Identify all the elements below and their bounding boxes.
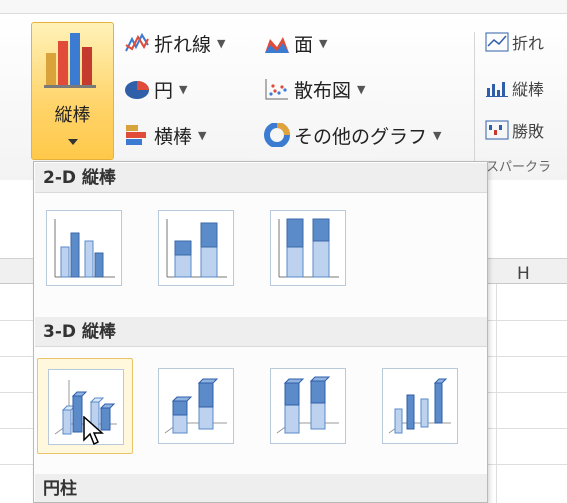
scatter-chart-label: 散布図 bbox=[294, 79, 352, 102]
bar-chart-label: 横棒 bbox=[154, 125, 193, 148]
bar-chart-icon bbox=[126, 125, 146, 145]
chart-type-gallery: 2-D 縦棒 3-D 縦棒 円柱 bbox=[33, 161, 488, 503]
stacked-column-2d-icon bbox=[166, 219, 227, 278]
stacked-column-3d-button[interactable] bbox=[148, 358, 244, 454]
chevron-down-icon: ▼ bbox=[319, 36, 328, 50]
other-charts-label: その他のグラフ bbox=[294, 125, 428, 148]
area-chart-icon bbox=[265, 37, 289, 53]
line-chart-button[interactable]: 折れ線 ▼ bbox=[124, 28, 225, 58]
100-stacked-column-3d-icon bbox=[276, 376, 339, 434]
bar-chart-button[interactable]: 横棒 ▼ bbox=[124, 120, 206, 150]
pie-chart-icon bbox=[125, 81, 149, 99]
100-stacked-column-2d-icon bbox=[278, 218, 339, 278]
chevron-down-icon: ▼ bbox=[217, 36, 226, 50]
100-stacked-column-2d-button[interactable] bbox=[260, 200, 356, 296]
area-chart-label: 面 bbox=[294, 33, 314, 56]
pie-chart-label: 円 bbox=[154, 79, 174, 102]
mouse-pointer-icon bbox=[83, 416, 104, 446]
column-chart-button[interactable]: 縦棒 bbox=[31, 22, 114, 160]
gridline bbox=[496, 284, 497, 503]
chevron-down-icon bbox=[68, 139, 78, 145]
stacked-column-2d-button[interactable] bbox=[148, 200, 244, 296]
scatter-chart-button[interactable]: 散布図 ▼ bbox=[264, 74, 365, 104]
clustered-column-2d-icon bbox=[54, 219, 115, 278]
sparkline-column-button[interactable]: 縦棒 bbox=[485, 76, 544, 100]
section-cylinder: 円柱 bbox=[35, 474, 487, 502]
chevron-down-icon: ▼ bbox=[433, 128, 442, 142]
clustered-column-2d-button[interactable] bbox=[36, 200, 132, 296]
scatter-chart-icon bbox=[265, 79, 288, 100]
column-header-h[interactable]: H bbox=[517, 264, 530, 284]
ribbon-top-strip bbox=[0, 0, 567, 14]
sparklines-group-label: スパークラ bbox=[486, 160, 552, 175]
doughnut-chart-icon bbox=[264, 123, 290, 147]
line-chart-icon bbox=[125, 32, 149, 52]
sparkline-winloss-label: 勝敗 bbox=[512, 122, 545, 141]
sparkline-line-label: 折れ bbox=[512, 34, 545, 53]
section-3d-column: 3-D 縦棒 bbox=[35, 317, 487, 347]
ribbon-separator bbox=[474, 32, 475, 182]
stacked-column-3d-icon bbox=[164, 378, 227, 434]
column-chart-label: 縦棒 bbox=[54, 105, 91, 126]
chevron-down-icon: ▼ bbox=[357, 82, 366, 96]
3d-column-button[interactable] bbox=[372, 358, 468, 454]
area-chart-button[interactable]: 面 ▼ bbox=[264, 28, 327, 58]
100-stacked-column-3d-button[interactable] bbox=[260, 358, 356, 454]
3d-column-icon bbox=[388, 378, 451, 434]
sparkline-line-icon bbox=[485, 32, 509, 52]
clustered-column-3d-button[interactable] bbox=[37, 358, 133, 454]
sparkline-winloss-button[interactable]: 勝敗 bbox=[485, 118, 544, 142]
sparkline-column-label: 縦棒 bbox=[512, 80, 545, 99]
sparkline-winloss-icon bbox=[485, 120, 509, 140]
column-chart-icon bbox=[44, 33, 96, 88]
chevron-down-icon: ▼ bbox=[179, 82, 188, 96]
section-2d-column: 2-D 縦棒 bbox=[35, 163, 487, 193]
sparkline-line-button[interactable]: 折れ bbox=[485, 30, 544, 54]
chevron-down-icon: ▼ bbox=[198, 128, 207, 142]
pie-chart-button[interactable]: 円 ▼ bbox=[124, 74, 187, 104]
sparkline-column-icon bbox=[486, 82, 508, 97]
other-charts-button[interactable]: その他のグラフ ▼ bbox=[264, 120, 441, 150]
line-chart-label: 折れ線 bbox=[154, 33, 212, 56]
